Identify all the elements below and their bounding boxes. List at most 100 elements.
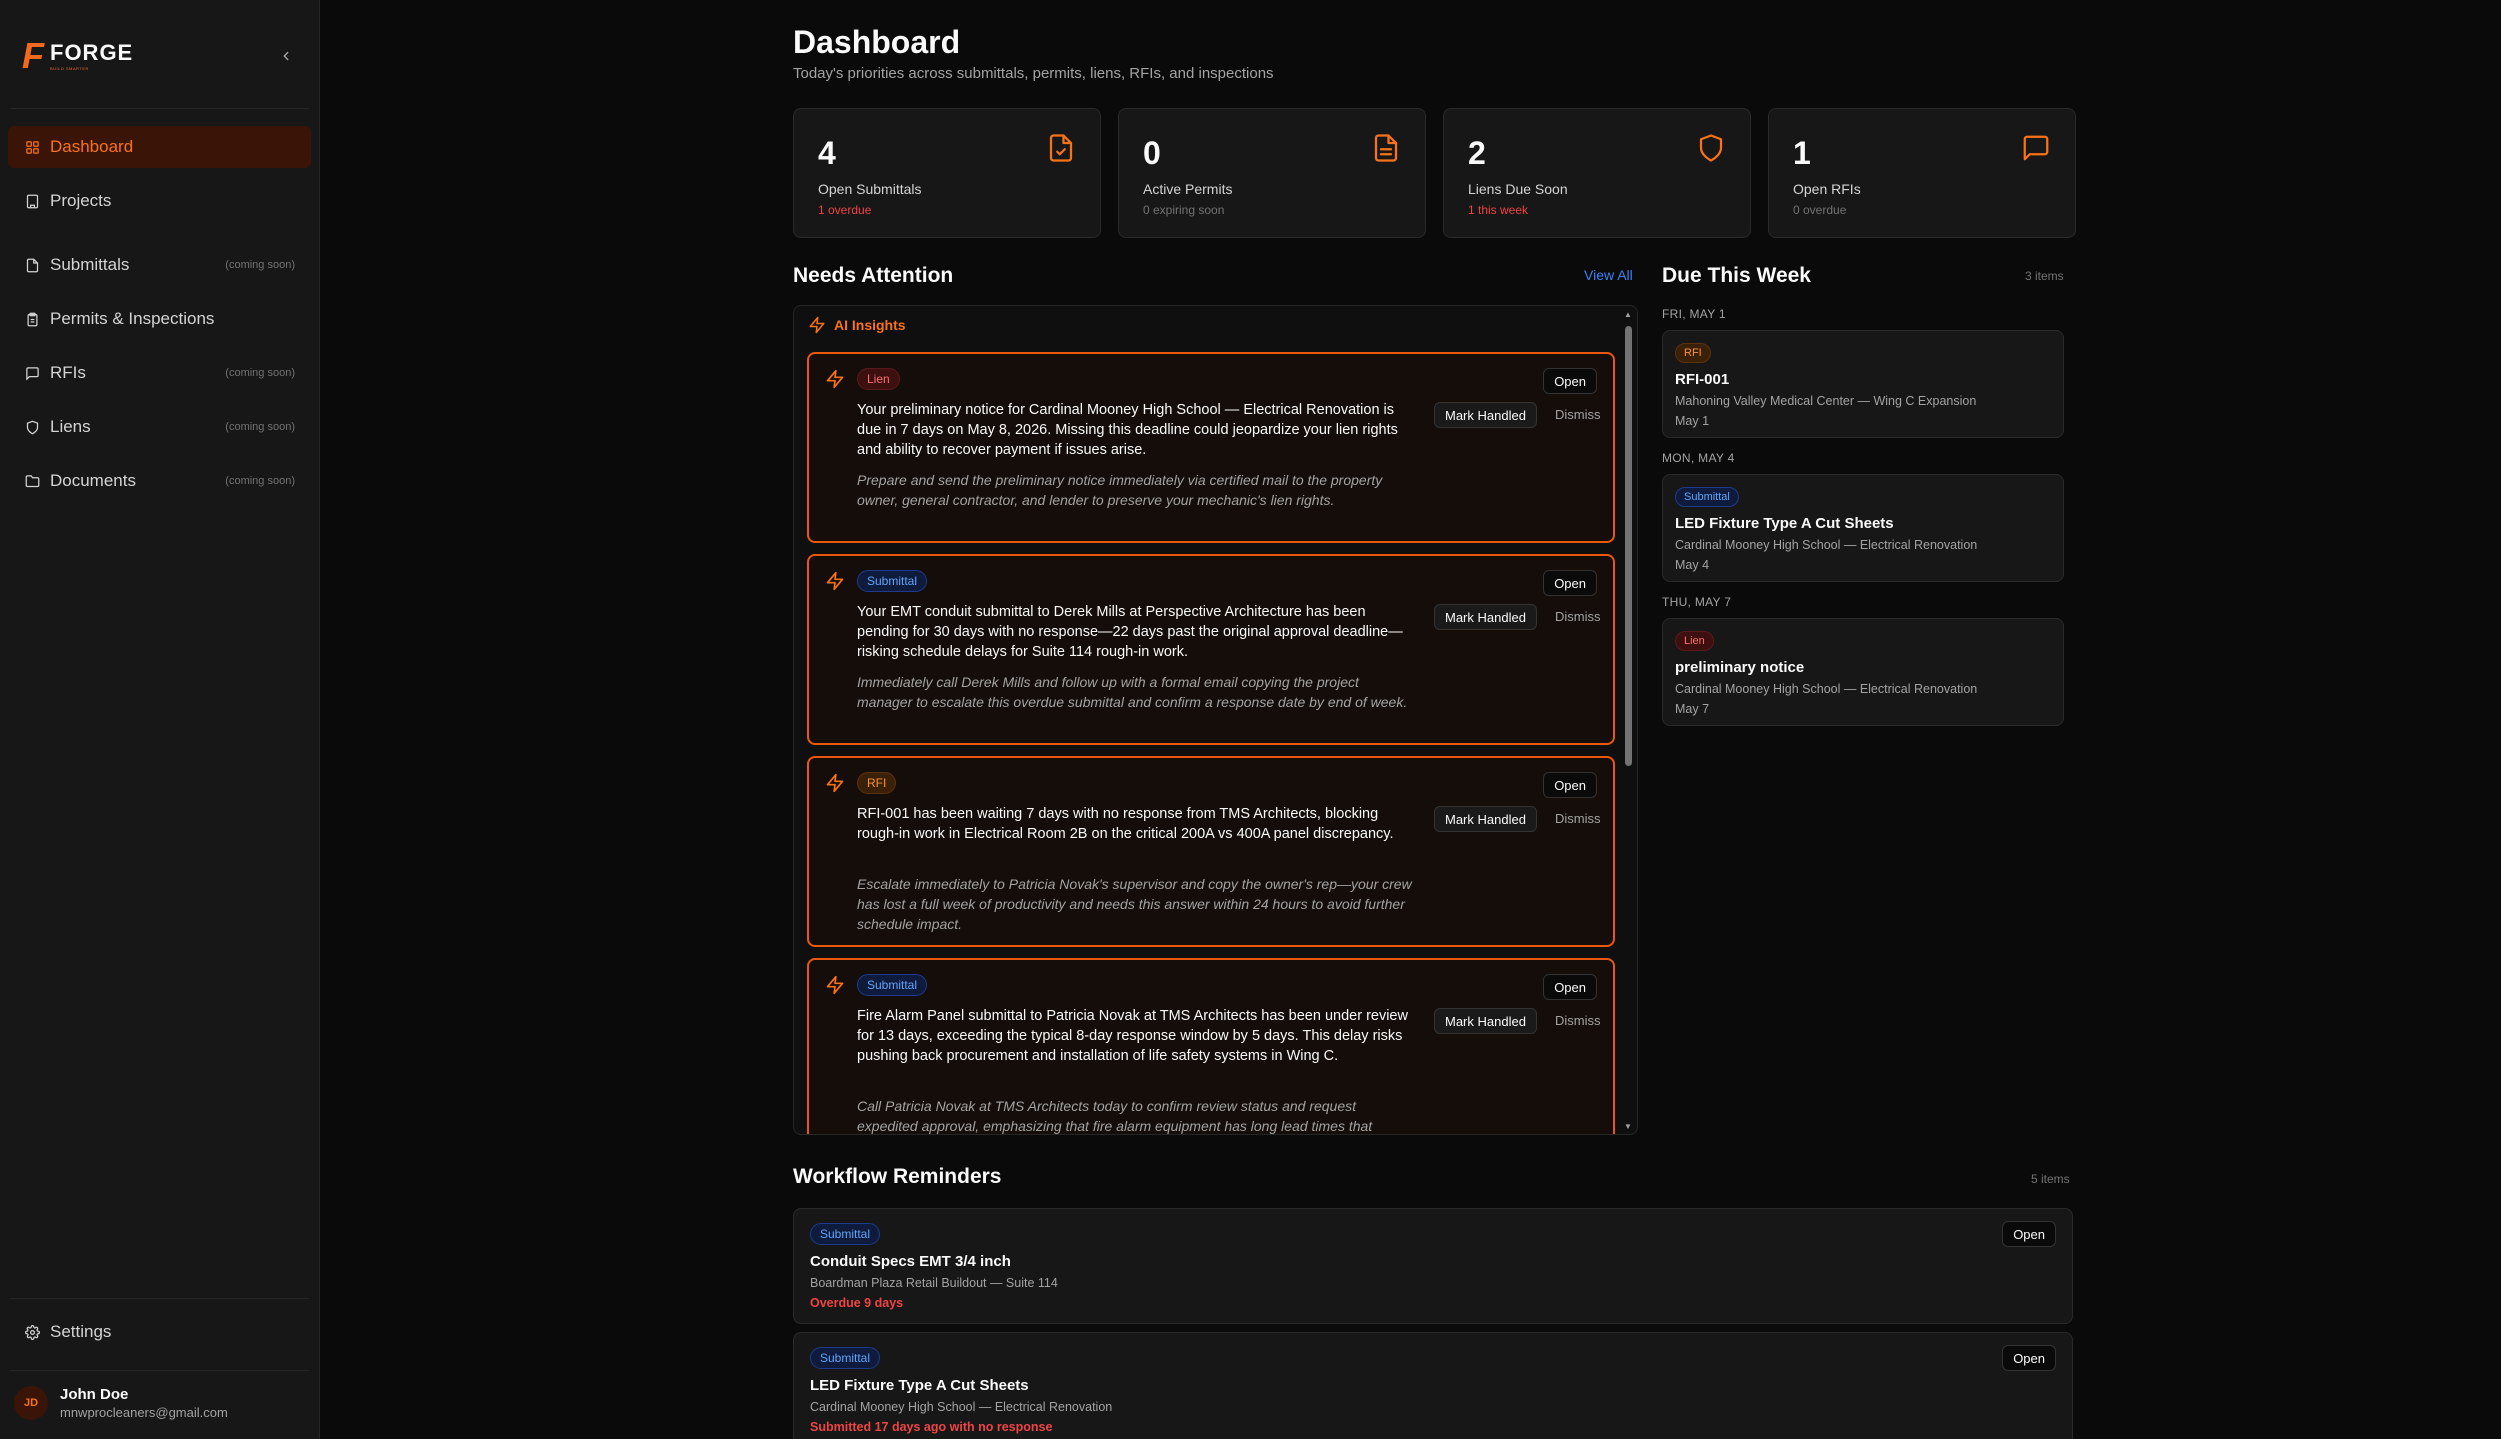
due-card[interactable]: RFI RFI-001 Mahoning Valley Medical Cent… <box>1662 330 2064 438</box>
open-button[interactable]: Open <box>1543 772 1597 798</box>
sidebar-divider <box>10 108 309 109</box>
workflow-item-project: Boardman Plaza Retail Buildout — Suite 1… <box>810 1276 1058 1290</box>
zap-icon <box>826 369 844 389</box>
insight-message: RFI-001 has been waiting 7 days with no … <box>857 806 1394 842</box>
type-badge: Lien <box>1675 631 1714 651</box>
view-all-link[interactable]: View All <box>1584 267 1633 283</box>
stat-card-rfis[interactable]: 1 Open RFIs 0 overdue <box>1768 108 2076 238</box>
workflow-item-name: LED Fixture Type A Cut Sheets <box>810 1377 1029 1394</box>
dismiss-button[interactable]: Dismiss <box>1555 609 1601 624</box>
stat-label: Liens Due Soon <box>1468 181 1568 197</box>
mark-handled-button[interactable]: Mark Handled <box>1434 806 1537 832</box>
dismiss-button[interactable]: Dismiss <box>1555 1013 1601 1028</box>
coming-soon-label: (coming soon) <box>225 421 295 433</box>
open-button[interactable]: Open <box>2002 1221 2056 1247</box>
shield-icon <box>24 419 40 435</box>
sidebar-item-liens[interactable]: Liens (coming soon) <box>8 406 311 448</box>
sidebar-item-settings[interactable]: Settings <box>8 1311 311 1353</box>
stat-value: 0 <box>1143 135 1161 171</box>
scroll-up-arrow[interactable]: ▲ <box>1623 310 1633 320</box>
sidebar-nav: Dashboard Projects Submittals (coming so… <box>8 126 311 514</box>
insight-card: Submittal Fire Alarm Panel submittal to … <box>807 958 1615 1134</box>
type-badge: Submittal <box>810 1223 881 1245</box>
type-badge: Submittal <box>810 1347 881 1369</box>
type-badge: Lien <box>857 368 900 390</box>
stat-card-submittals[interactable]: 4 Open Submittals 1 overdue <box>793 108 1101 238</box>
dismiss-button[interactable]: Dismiss <box>1555 811 1601 826</box>
stat-value: 2 <box>1468 135 1486 171</box>
type-badge: Submittal <box>1675 487 1739 507</box>
building-icon <box>24 193 40 209</box>
gear-icon <box>24 1324 40 1340</box>
type-badge: Submittal <box>857 570 928 592</box>
brand-logo[interactable]: F FORGE BUILD SMARTER <box>22 38 133 74</box>
due-this-week-title: Due This Week <box>1662 264 1811 287</box>
workflow-card[interactable]: Submittal Conduit Specs EMT 3/4 inch Boa… <box>793 1208 2073 1324</box>
stat-value: 1 <box>1793 135 1811 171</box>
stat-card-liens[interactable]: 2 Liens Due Soon 1 this week <box>1443 108 1751 238</box>
due-card[interactable]: Submittal LED Fixture Type A Cut Sheets … <box>1662 474 2064 582</box>
ai-insights-label: AI Insights <box>834 317 906 333</box>
dismiss-button[interactable]: Dismiss <box>1555 407 1601 422</box>
sidebar-item-permits[interactable]: Permits & Inspections <box>8 298 311 340</box>
page-title: Dashboard <box>793 24 961 60</box>
due-item-project: Cardinal Mooney High School — Electrical… <box>1675 682 1978 696</box>
sidebar-item-label: RFIs <box>50 363 86 382</box>
due-day-label: THU, MAY 7 <box>1662 595 1732 609</box>
brand-mark: F <box>22 35 44 76</box>
stat-label: Open RFIs <box>1793 181 1861 197</box>
needs-attention-panel[interactable]: AI Insights Lien Your preliminary notice… <box>793 305 1638 1135</box>
brand-tagline: BUILD SMARTER <box>50 65 89 71</box>
scroll-thumb[interactable] <box>1625 326 1632 766</box>
sidebar-item-label: Documents <box>50 471 136 490</box>
coming-soon-label: (coming soon) <box>225 475 295 487</box>
user-info: John Doe mnwprocleaners@gmail.com <box>60 1386 228 1420</box>
sidebar-item-label: Settings <box>50 1322 112 1341</box>
user-name: John Doe <box>60 1386 129 1403</box>
message-square-icon <box>24 365 40 381</box>
open-button[interactable]: Open <box>1543 974 1597 1000</box>
open-button[interactable]: Open <box>1543 570 1597 596</box>
clipboard-icon <box>24 311 40 327</box>
avatar: JD <box>14 1386 48 1420</box>
page-subtitle: Today's priorities across submittals, pe… <box>793 65 1274 82</box>
stat-note: 0 expiring soon <box>1143 203 1225 217</box>
type-badge: RFI <box>857 772 897 794</box>
zap-icon <box>826 571 844 591</box>
folder-icon <box>24 473 40 489</box>
needs-attention-title: Needs Attention <box>793 264 954 287</box>
user-email: mnwprocleaners@gmail.com <box>60 1405 228 1420</box>
nav-gap <box>8 234 311 244</box>
sidebar-item-label: Permits & Inspections <box>50 309 215 328</box>
sidebar-divider <box>10 1370 309 1371</box>
sidebar-item-rfis[interactable]: RFIs (coming soon) <box>8 352 311 394</box>
insight-card: Submittal Your EMT conduit submittal to … <box>807 554 1615 745</box>
open-button[interactable]: Open <box>2002 1345 2056 1371</box>
stat-card-permits[interactable]: 0 Active Permits 0 expiring soon <box>1118 108 1426 238</box>
sidebar-item-dashboard[interactable]: Dashboard <box>8 126 311 168</box>
zap-icon <box>826 773 844 793</box>
sidebar-item-submittals[interactable]: Submittals (coming soon) <box>8 244 311 286</box>
workflow-item-name: Conduit Specs EMT 3/4 inch <box>810 1253 1011 1270</box>
mark-handled-button[interactable]: Mark Handled <box>1434 604 1537 630</box>
sidebar: F FORGE BUILD SMARTER Dashboard Projects… <box>0 0 320 1439</box>
sidebar-item-documents[interactable]: Documents (coming soon) <box>8 460 311 502</box>
collapse-sidebar-button[interactable] <box>274 44 298 68</box>
scroll-down-arrow[interactable]: ▼ <box>1623 1122 1633 1132</box>
workflow-card[interactable]: Submittal LED Fixture Type A Cut Sheets … <box>793 1332 2073 1439</box>
open-button[interactable]: Open <box>1543 368 1597 394</box>
ai-insights-header: AI Insights <box>808 316 906 334</box>
stat-label: Open Submittals <box>818 181 922 197</box>
sidebar-item-projects[interactable]: Projects <box>8 180 311 222</box>
due-day-label: MON, MAY 4 <box>1662 451 1735 465</box>
user-profile[interactable]: JD John Doe mnwprocleaners@gmail.com <box>14 1386 228 1420</box>
stat-note: 1 this week <box>1468 203 1529 217</box>
mark-handled-button[interactable]: Mark Handled <box>1434 1008 1537 1034</box>
app-root: F FORGE BUILD SMARTER Dashboard Projects… <box>0 0 2501 1439</box>
zap-icon <box>809 316 825 334</box>
stat-value: 4 <box>818 135 836 171</box>
due-card[interactable]: Lien preliminary notice Cardinal Mooney … <box>1662 618 2064 726</box>
due-item-title: LED Fixture Type A Cut Sheets <box>1675 515 1894 532</box>
mark-handled-button[interactable]: Mark Handled <box>1434 402 1537 428</box>
scrollbar[interactable]: ▲ ▼ <box>1621 308 1635 1134</box>
